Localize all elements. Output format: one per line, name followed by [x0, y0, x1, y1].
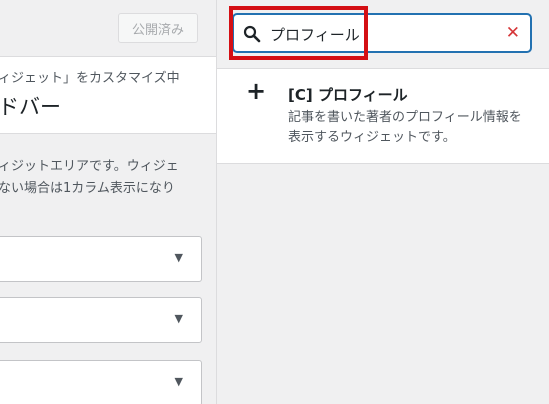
- publish-button[interactable]: 公開済み: [118, 13, 198, 43]
- search-icon: [243, 25, 261, 43]
- widget-description: 記事を書いた著者のプロフィール情報を 表示するウィジェットです。: [288, 108, 538, 148]
- dropdown-arrow-icon: ▼: [174, 251, 183, 264]
- widget-title: [C] プロフィール: [288, 86, 408, 104]
- section-description-line: ない場合は1カラム表示になり: [0, 181, 175, 196]
- customizer-sidebar-panel: 公開済み ィジェット」をカスタマイズ中 ドバー ィジットエリアです。ウィジェ な…: [0, 0, 217, 404]
- breadcrumb: ィジェット」をカスタマイズ中: [0, 71, 180, 86]
- dropdown-arrow-icon: ▼: [174, 312, 183, 325]
- widget-description-line: 記事を書いた著者のプロフィール情報を: [288, 110, 522, 125]
- search-query-text[interactable]: プロフィール: [270, 24, 360, 45]
- widget-description-line: 表示するウィジェットです。: [288, 130, 456, 145]
- widget-select-1[interactable]: ▼: [0, 236, 202, 282]
- section-header: ィジェット」をカスタマイズ中 ドバー: [0, 57, 216, 134]
- plus-icon: +: [246, 77, 267, 105]
- dropdown-arrow-icon: ▼: [174, 375, 183, 388]
- widget-search-area: プロフィール ✕: [217, 0, 549, 69]
- section-description: ィジットエリアです。ウィジェ ない場合は1カラム表示になり: [0, 156, 213, 200]
- section-description-line: ィジットエリアです。ウィジェ: [0, 159, 179, 174]
- section-title: ドバー: [0, 95, 61, 119]
- widget-select-3[interactable]: ▼: [0, 360, 202, 404]
- widget-select-2[interactable]: ▼: [0, 297, 202, 343]
- widget-search-input[interactable]: プロフィール ✕: [233, 14, 531, 52]
- available-widgets-panel: プロフィール ✕ + [C] プロフィール 記事を書いた著者のプロフィール情報を…: [217, 0, 549, 404]
- customizer-header: 公開済み: [0, 0, 216, 57]
- clear-search-icon[interactable]: ✕: [506, 23, 520, 43]
- widget-result-item[interactable]: + [C] プロフィール 記事を書いた著者のプロフィール情報を 表示するウィジェ…: [217, 69, 549, 164]
